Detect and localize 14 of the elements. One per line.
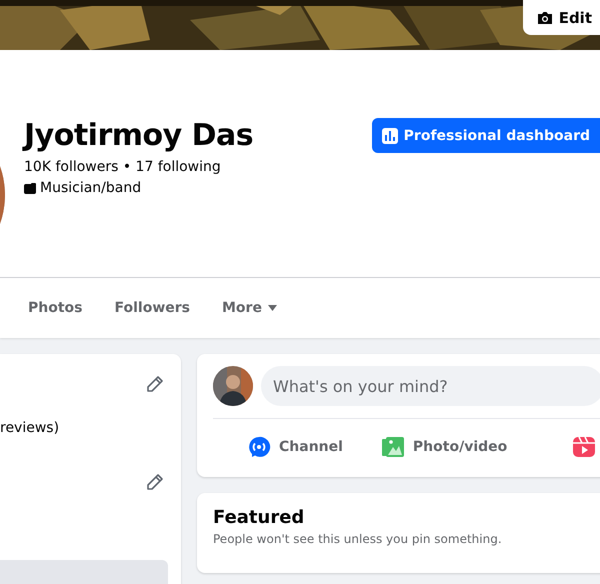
profile-tab[interactable]: Followers: [98, 278, 206, 338]
composer-action-button[interactable]: Channel: [247, 435, 343, 459]
profile-tab[interactable]: More: [206, 278, 293, 338]
profile-name: Jyotirmoy Das: [24, 118, 254, 153]
featured-hint: People won't see this unless you pin something.: [213, 532, 503, 546]
post-input-field[interactable]: What's on your mind?: [261, 366, 600, 406]
profile-tab[interactable]: Photos: [12, 278, 98, 338]
intro-text: reviews): [0, 420, 60, 436]
follower-stats[interactable]: 10K followers • 17 following: [24, 159, 372, 175]
featured-title: Featured: [213, 507, 306, 528]
edit-cover-button[interactable]: Edit: [522, 0, 600, 35]
category-label: Musician/band: [40, 180, 142, 196]
professional-dashboard-button[interactable]: Professional dashboard: [372, 118, 600, 153]
composer-action-button[interactable]: Photo/video: [380, 435, 508, 459]
